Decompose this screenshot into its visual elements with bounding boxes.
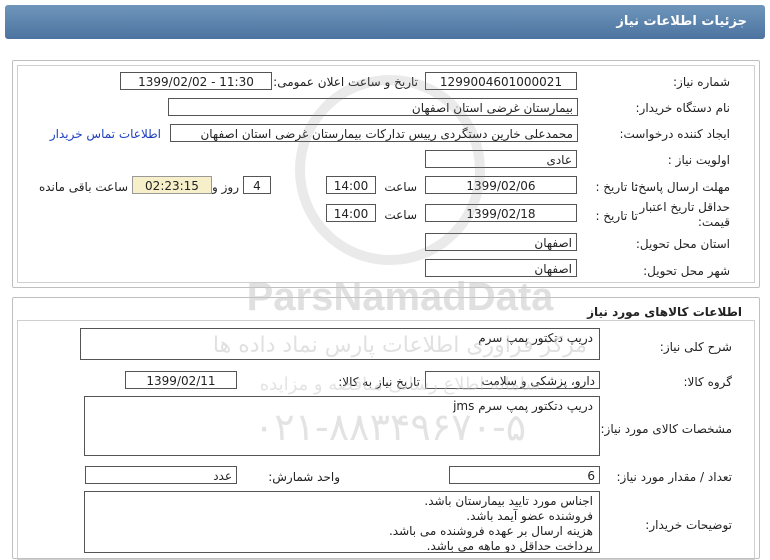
buyer-label: نام دستگاه خریدار: — [635, 101, 731, 115]
validity-date-field: 1399/02/18 — [425, 204, 577, 222]
unit-field: عدد — [85, 466, 237, 484]
group-label: گروه کالا: — [683, 375, 733, 389]
page-title: جزئیات اطلاعات نیاز — [616, 14, 747, 29]
need-date-field: 1399/02/11 — [125, 371, 237, 389]
title-bar: جزئیات اطلاعات نیاز — [0, 0, 770, 44]
summary-field: دریپ دتکتور پمپ سرم — [80, 328, 600, 360]
priority-label: اولویت نیاز : — [667, 153, 730, 167]
announce-label: تاریخ و ساعت اعلان عمومی: — [273, 75, 418, 89]
days-field: 4 — [243, 176, 271, 194]
spec-label: مشخصات کالای مورد نیاز: — [600, 422, 732, 436]
deadline-to-date-label: تا تاریخ : — [595, 180, 638, 194]
deadline-label: مهلت ارسال پاسخ: — [634, 180, 730, 194]
notes-line: اجناس مورد تایید بیمارستان باشد. — [424, 494, 593, 508]
qty-label: تعداد / مقدار مورد نیاز: — [616, 470, 732, 484]
buyer-field: بیمارستان غرضی استان اصفهان — [168, 98, 578, 116]
qty-field: 6 — [449, 466, 600, 484]
priority-field: عادی — [425, 150, 577, 168]
need-number-label: شماره نیاز: — [673, 75, 730, 89]
title-bar-background: جزئیات اطلاعات نیاز — [5, 5, 765, 39]
city-field: اصفهان — [425, 259, 577, 277]
notes-line: پرداخت حداقل دو ماهه می باشد. — [426, 539, 593, 553]
remaining-time-field: 02:23:15 — [132, 176, 212, 194]
days-label: روز و — [212, 180, 239, 194]
announce-field: 1399/02/02 - 11:30 — [120, 72, 272, 90]
need-date-label: تاریخ نیاز به کالا: — [338, 375, 420, 389]
city-label: شهر محل تحویل: — [643, 264, 730, 278]
buyer-contact-link[interactable]: اطلاعات تماس خریدار — [50, 127, 161, 141]
goods-section-title: اطلاعات کالاهای مورد نیاز — [587, 305, 742, 319]
deadline-time-field: 14:00 — [326, 176, 376, 194]
notes-field: اجناس مورد تایید بیمارستان باشد. فروشنده… — [84, 491, 600, 553]
creator-label: ایجاد کننده درخواست: — [619, 127, 730, 141]
validity-time-field: 14:00 — [326, 204, 376, 222]
need-number-field: 1299004601000021 — [425, 72, 577, 90]
deadline-hour-label: ساعت — [384, 180, 417, 194]
validity-to-date-label: تا تاریخ : — [595, 209, 638, 223]
notes-line: هزینه ارسال بر عهده فروشنده می باشد. — [388, 524, 593, 538]
province-label: استان محل تحویل: — [635, 237, 730, 251]
notes-line: فروشنده عضو آیمد باشد. — [466, 509, 593, 523]
province-field: اصفهان — [425, 233, 577, 251]
group-field: دارو، پزشکی و سلامت — [425, 371, 600, 389]
validity-hour-label: ساعت — [384, 208, 417, 222]
unit-label: واحد شمارش: — [268, 470, 340, 484]
creator-field: محمدعلی خارین دستگردی رییس تدارکات بیمار… — [170, 124, 578, 142]
remaining-label: ساعت باقی مانده — [38, 180, 128, 194]
spec-field: دریپ دتکتور پمپ سرم jms — [84, 396, 600, 456]
request-info-panel — [12, 60, 760, 288]
notes-label: توضیحات خریدار: — [645, 518, 732, 532]
summary-label: شرح کلی نیاز: — [659, 340, 732, 354]
validity-label: حداقل تاریخ اعتبار قیمت: — [639, 200, 730, 229]
deadline-date-field: 1399/02/06 — [425, 176, 577, 194]
